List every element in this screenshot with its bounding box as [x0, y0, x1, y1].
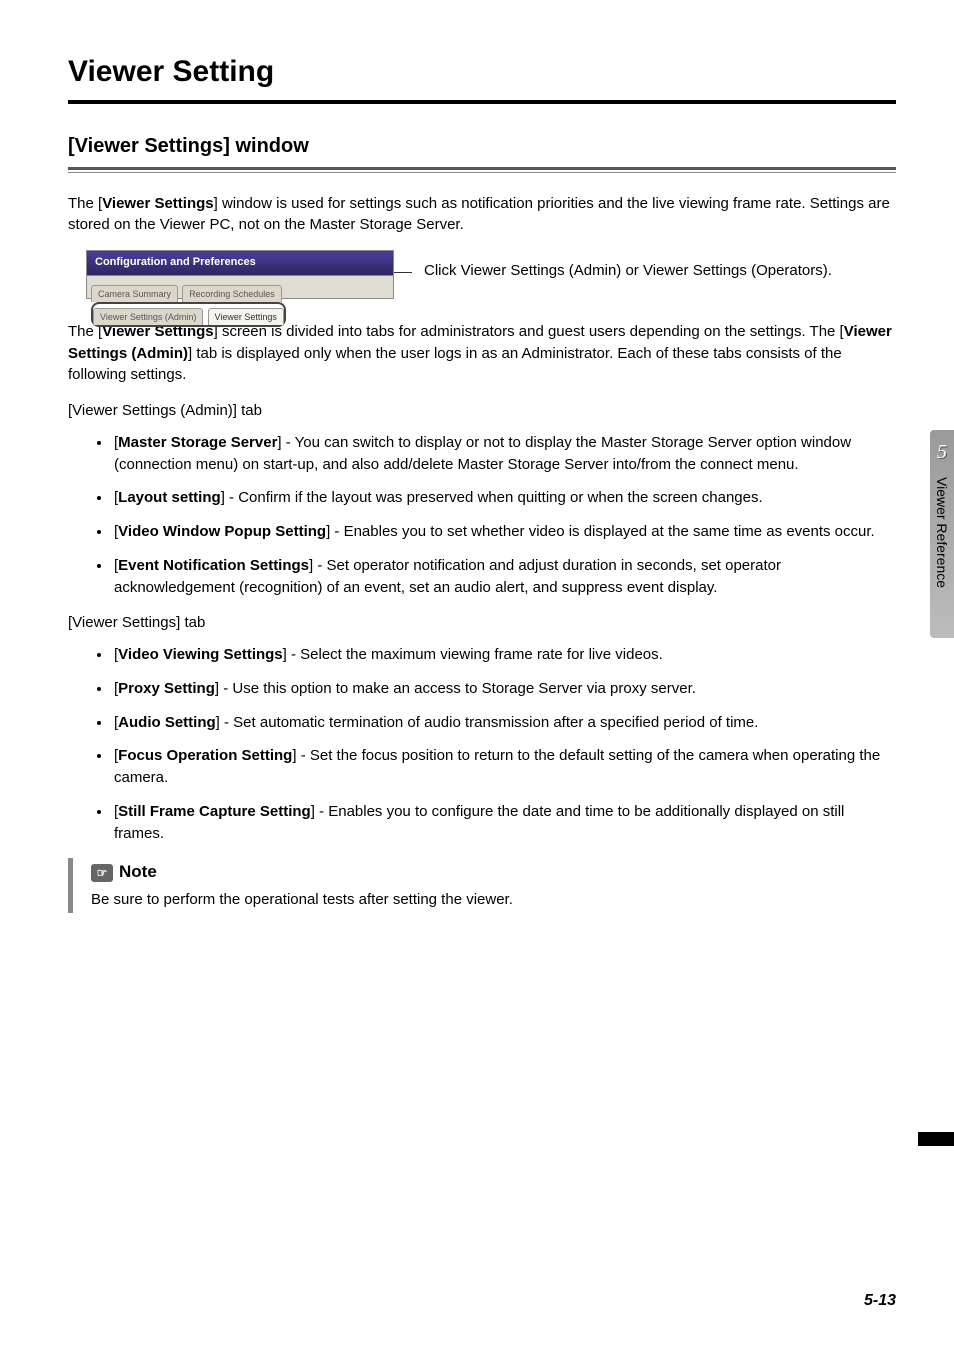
note-heading: Note [91, 860, 896, 885]
text: - Confirm if the layout was preserved wh… [225, 489, 763, 506]
ui-label: Layout setting [118, 489, 221, 506]
intro-paragraph: The [Viewer Settings] window is used for… [68, 193, 896, 237]
text: - Use this option to make an access to S… [219, 680, 696, 697]
ui-label: Focus Operation Setting [118, 747, 292, 764]
note-title: Note [119, 860, 157, 885]
text: - Select the maximum viewing frame rate … [287, 646, 663, 663]
list-item: [Still Frame Capture Setting] - Enables … [112, 801, 896, 845]
callout-highlight: Viewer Settings (Admin) Viewer Settings [91, 302, 286, 328]
callout-leader [394, 250, 424, 270]
figure-callout: Configuration and Preferences Camera Sum… [86, 250, 896, 299]
chapter-number: 5 [937, 438, 947, 467]
ui-label: Master Storage Server [118, 434, 277, 451]
dialog-titlebar: Configuration and Preferences [86, 250, 394, 275]
tab-camera-summary[interactable]: Camera Summary [91, 285, 178, 302]
page-title: Viewer Setting [68, 50, 896, 94]
dialog-figure: Configuration and Preferences Camera Sum… [86, 250, 394, 299]
chapter-name: Viewer Reference [932, 477, 952, 588]
list-item: [Video Viewing Settings] - Select the ma… [112, 644, 896, 666]
title-rule [68, 100, 896, 104]
list-item: [Event Notification Settings] - Set oper… [112, 555, 896, 599]
ui-label: Video Viewing Settings [118, 646, 282, 663]
tab-viewer-settings[interactable]: Viewer Settings [208, 308, 284, 325]
ui-label: Event Notification Settings [118, 557, 309, 574]
list-item: [Audio Setting] - Set automatic terminat… [112, 712, 896, 734]
tab-recording-schedules[interactable]: Recording Schedules [182, 285, 282, 302]
ui-label: Audio Setting [118, 714, 216, 731]
viewer-tab-heading: [Viewer Settings] tab [68, 612, 896, 634]
page-number: 5-13 [864, 1289, 896, 1312]
tabs-explain-paragraph: The [Viewer Settings] screen is divided … [68, 321, 896, 386]
section-heading: [Viewer Settings] window [68, 132, 896, 161]
callout-text: Click Viewer Settings (Admin) or Viewer … [424, 250, 832, 282]
ui-label: Viewer Settings [102, 195, 213, 212]
tab-viewer-settings-admin[interactable]: Viewer Settings (Admin) [93, 308, 203, 325]
admin-tab-list: [Master Storage Server] - You can switch… [112, 432, 896, 599]
ui-label: Proxy Setting [118, 680, 215, 697]
list-item: [Master Storage Server] - You can switch… [112, 432, 896, 476]
note-block: Note Be sure to perform the operational … [68, 858, 896, 912]
dialog-tabrow: Camera Summary Recording Schedules Viewe… [86, 275, 394, 299]
admin-tab-heading: [Viewer Settings (Admin)] tab [68, 400, 896, 422]
list-item: [Video Window Popup Setting] - Enables y… [112, 521, 896, 543]
text: ] screen is divided into tabs for admini… [214, 323, 844, 340]
note-icon [91, 864, 113, 882]
list-item: [Focus Operation Setting] - Set the focu… [112, 745, 896, 789]
chapter-side-tab: 5 Viewer Reference [930, 430, 954, 638]
list-item: [Proxy Setting] - Use this option to mak… [112, 678, 896, 700]
list-item: [Layout setting] - Confirm if the layout… [112, 487, 896, 509]
text: - Set automatic termination of audio tra… [220, 714, 759, 731]
viewer-tab-list: [Video Viewing Settings] - Select the ma… [112, 644, 896, 844]
ui-label: Video Window Popup Setting [118, 523, 326, 540]
page-edge-marker [918, 1132, 954, 1146]
ui-label: Still Frame Capture Setting [118, 803, 311, 820]
section-rule [68, 167, 896, 175]
text: The [ [68, 195, 102, 212]
note-body: Be sure to perform the operational tests… [91, 889, 896, 911]
text: - Enables you to set whether video is di… [330, 523, 874, 540]
